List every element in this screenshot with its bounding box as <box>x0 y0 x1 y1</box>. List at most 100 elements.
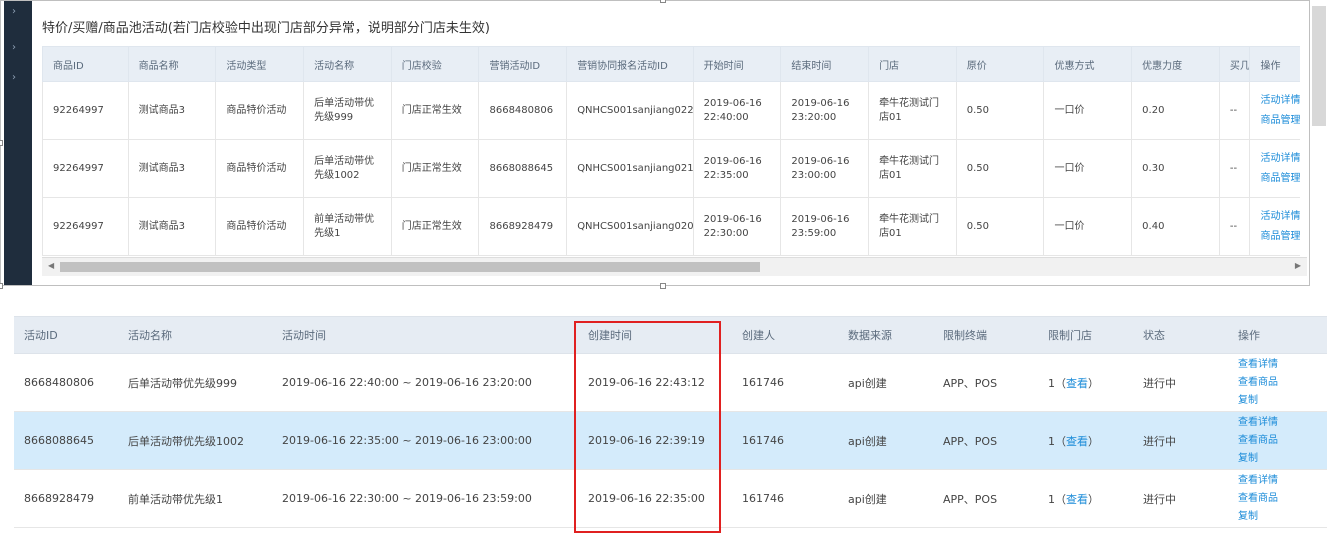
cell-name: 测试商品3 <box>127 197 217 256</box>
view-detail-link[interactable]: 查看详情 <box>1238 472 1317 490</box>
resize-handle-bottom[interactable] <box>660 283 666 289</box>
status-badge: 进行中 <box>1133 469 1228 528</box>
cell-discount: 0.30 <box>1131 139 1220 198</box>
horizontal-scrollbar[interactable]: ◀ ▶ <box>42 257 1307 276</box>
cell-creator: 161746 <box>732 469 838 528</box>
copy-link[interactable]: 复制 <box>1238 508 1317 526</box>
table-row[interactable]: 8668088645 后单活动带优先级1002 2019-06-16 22:35:0… <box>14 411 1327 470</box>
cell-id: 92264997 <box>42 139 129 198</box>
cell-created: 2019-06-16 22:43:12 <box>578 353 732 412</box>
cell-method: 一口价 <box>1043 139 1133 198</box>
column-header: 优惠力度 <box>1131 46 1220 82</box>
scrollbar-thumb[interactable] <box>60 262 760 272</box>
column-header: 商品名称 <box>127 46 217 82</box>
cell-check: 门店正常生效 <box>390 197 480 256</box>
cell-start: 2019-06-16 22:40:00 <box>692 81 782 140</box>
table-row: 92264997 测试商品3 商品特价活动 后单活动带优先级999 门店正常生效 8668… <box>42 81 1300 140</box>
activity-detail-link[interactable]: 活动详情 <box>1260 94 1300 108</box>
view-detail-link[interactable]: 查看详情 <box>1238 414 1317 432</box>
copy-link[interactable]: 复制 <box>1238 392 1317 410</box>
table-row[interactable]: 8668480806 后单活动带优先级999 2019-06-16 22:40:00… <box>14 353 1327 412</box>
cell-actions: 活动详情 商品管理 <box>1249 81 1300 140</box>
cell-terminal: APP、POS <box>933 469 1038 528</box>
view-stores-link[interactable]: 查看 <box>1066 493 1088 506</box>
cell-id: 8668480806 <box>14 353 118 412</box>
column-header: 数据来源 <box>838 316 933 354</box>
cell-store-limit: 1（查看） <box>1038 469 1133 528</box>
cell-id: 92264997 <box>42 81 129 140</box>
scroll-left-icon[interactable]: ◀ <box>48 261 54 270</box>
cell-reg_id: QNHCS001sanjiang020 <box>566 197 694 256</box>
cell-type: 商品特价活动 <box>215 197 305 256</box>
activity-detail-link[interactable]: 活动详情 <box>1260 210 1300 224</box>
store-count: 1（ <box>1048 492 1066 506</box>
view-products-link[interactable]: 查看商品 <box>1238 432 1317 450</box>
cell-buy: -- <box>1218 81 1251 140</box>
scroll-right-icon[interactable]: ▶ <box>1295 261 1301 270</box>
cell-store: 牵牛花测试门店01 <box>868 197 957 256</box>
copy-link[interactable]: 复制 <box>1238 450 1317 468</box>
column-header: 开始时间 <box>692 46 782 82</box>
column-header: 门店校验 <box>390 46 480 82</box>
cell-source: api创建 <box>838 353 933 412</box>
view-products-link[interactable]: 查看商品 <box>1238 490 1317 508</box>
cell-actions: 查看详情 查看商品 复制 <box>1228 411 1327 470</box>
cell-end: 2019-06-16 23:00:00 <box>780 139 870 198</box>
cell-name: 测试商品3 <box>127 81 217 140</box>
cell-buy: -- <box>1218 139 1251 198</box>
activity-list-table-wrap: 活动ID 活动名称 活动时间 创建时间 创建人 数据来源 限制终端 限制门店 状态 操作 8668… <box>14 316 1327 528</box>
cell-id: 92264997 <box>42 197 129 256</box>
cell-method: 一口价 <box>1043 197 1133 256</box>
cell-actions: 活动详情 商品管理 <box>1249 139 1300 198</box>
cell-creator: 161746 <box>732 411 838 470</box>
resize-handle-corner[interactable] <box>0 283 3 289</box>
cell-end: 2019-06-16 23:59:00 <box>780 197 870 256</box>
cell-id: 8668928479 <box>14 469 118 528</box>
store-count-end: ） <box>1088 376 1099 390</box>
column-header: 营销协同报名活动ID <box>566 46 694 82</box>
view-products-link[interactable]: 查看商品 <box>1238 374 1317 392</box>
cell-time: 2019-06-16 22:40:00 ~ 2019-06-16 23:20:0… <box>272 353 578 412</box>
column-header: 活动类型 <box>215 46 305 82</box>
table-row[interactable]: 8668928479 前单活动带优先级1 2019-06-16 22:30:00 ~… <box>14 469 1327 528</box>
cell-store-limit: 1（查看） <box>1038 353 1133 412</box>
product-activity-table: 商品ID 商品名称 活动类型 活动名称 门店校验 营销活动ID 营销协同报名活动ID 开始时间… <box>42 46 1300 256</box>
activity-list-table: 活动ID 活动名称 活动时间 创建时间 创建人 数据来源 限制终端 限制门店 状态 操作 8668… <box>14 316 1327 528</box>
view-stores-link[interactable]: 查看 <box>1066 377 1088 390</box>
cell-time: 2019-06-16 22:30:00 ~ 2019-06-16 23:59:0… <box>272 469 578 528</box>
column-header: 买几件 <box>1218 46 1251 82</box>
cell-creator: 161746 <box>732 353 838 412</box>
product-manage-link[interactable]: 商品管理 <box>1260 114 1300 128</box>
cell-store: 牵牛花测试门店01 <box>868 81 957 140</box>
cell-reg_id: QNHCS001sanjiang021 <box>566 139 694 198</box>
cell-start: 2019-06-16 22:30:00 <box>692 197 782 256</box>
chevron-right-icon[interactable]: › <box>12 42 16 53</box>
view-stores-link[interactable]: 查看 <box>1066 435 1088 448</box>
chevron-right-icon[interactable]: › <box>12 6 16 17</box>
cell-store: 牵牛花测试门店01 <box>868 139 957 198</box>
column-header: 创建人 <box>732 316 838 354</box>
store-count: 1（ <box>1048 376 1066 390</box>
cell-method: 一口价 <box>1043 81 1133 140</box>
cell-check: 门店正常生效 <box>390 81 480 140</box>
chevron-right-icon[interactable]: › <box>12 72 16 83</box>
activity-detail-link[interactable]: 活动详情 <box>1260 152 1300 166</box>
cell-store-limit: 1（查看） <box>1038 411 1133 470</box>
column-header: 操作 <box>1249 46 1300 82</box>
status-badge: 进行中 <box>1133 353 1228 412</box>
cell-price: 0.50 <box>955 139 1045 198</box>
cell-act_name: 后单活动带优先级999 <box>303 81 392 140</box>
product-manage-link[interactable]: 商品管理 <box>1260 172 1300 186</box>
column-header: 商品ID <box>42 46 129 82</box>
product-manage-link[interactable]: 商品管理 <box>1260 230 1300 244</box>
cell-type: 商品特价活动 <box>215 81 305 140</box>
resize-handle-left[interactable] <box>0 140 3 146</box>
resize-handle-top[interactable] <box>660 0 666 3</box>
cell-reg_id: QNHCS001sanjiang022 <box>566 81 694 140</box>
status-badge: 进行中 <box>1133 411 1228 470</box>
cell-actions: 活动详情 商品管理 <box>1249 197 1300 256</box>
column-header: 结束时间 <box>780 46 870 82</box>
vertical-scrollbar[interactable] <box>1312 6 1326 126</box>
cell-act_name: 后单活动带优先级1002 <box>303 139 392 198</box>
view-detail-link[interactable]: 查看详情 <box>1238 356 1317 374</box>
